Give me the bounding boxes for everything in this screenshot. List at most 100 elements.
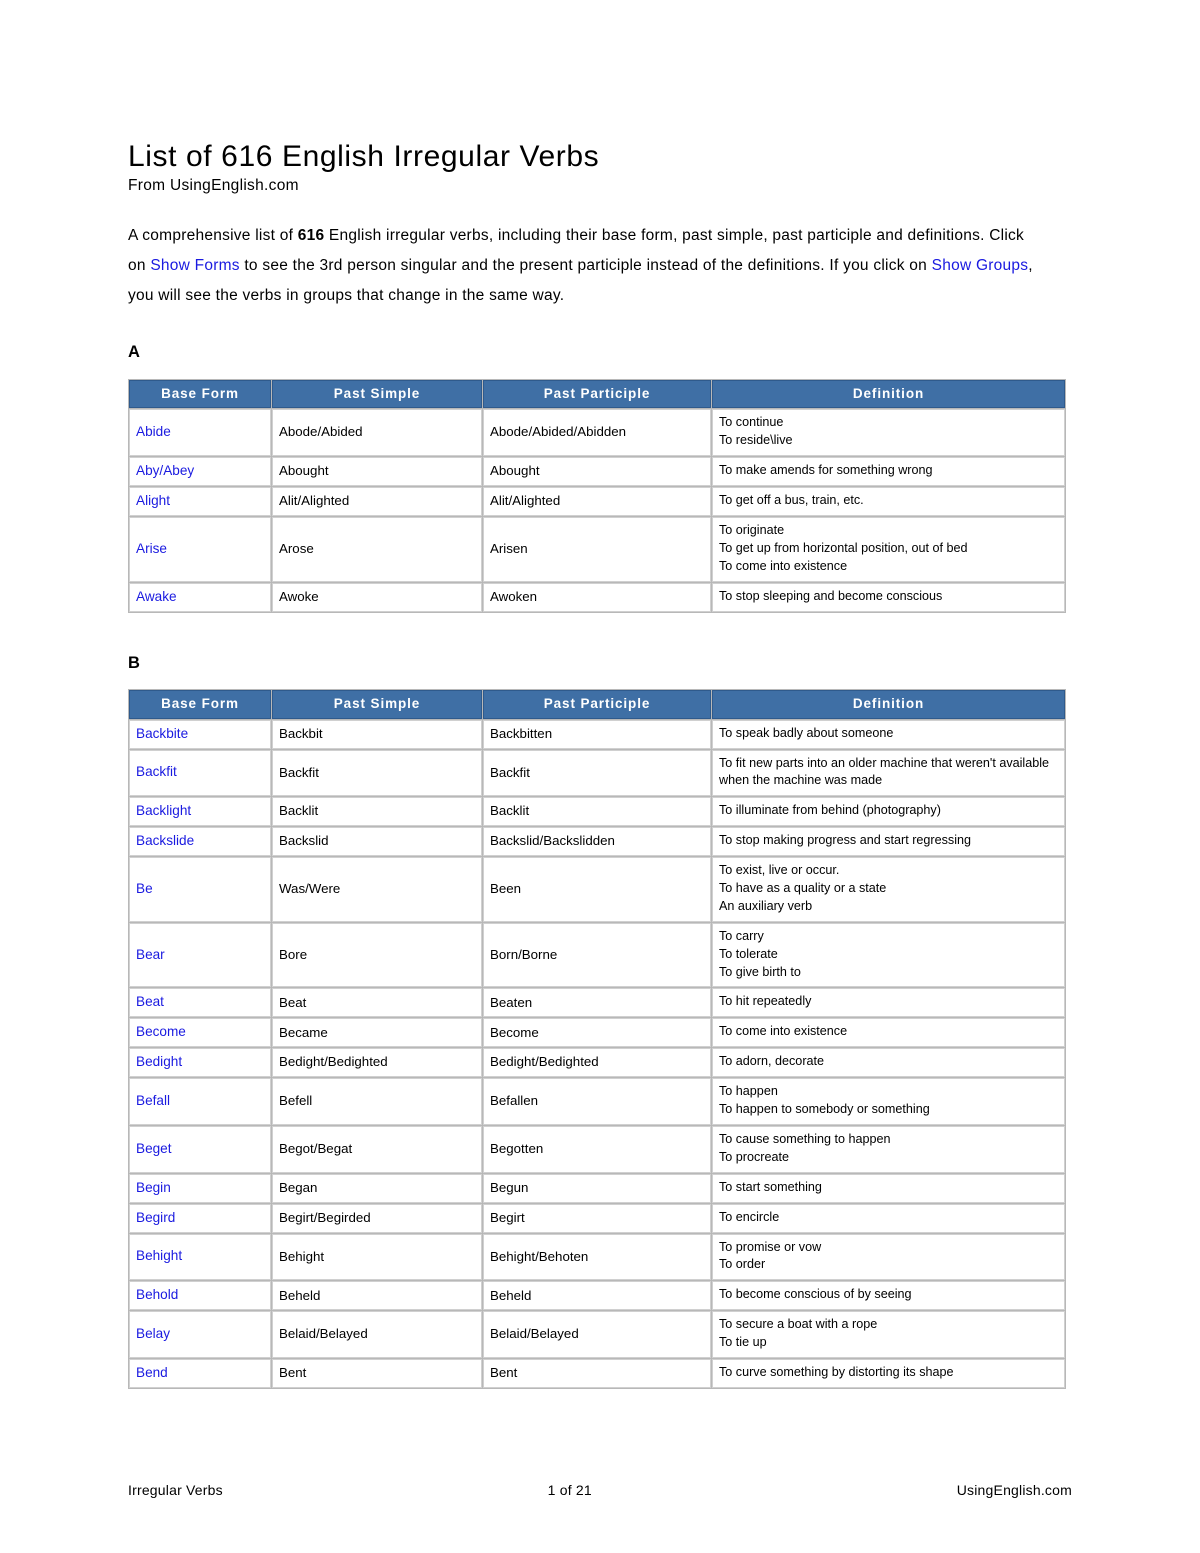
verb-base-form-link[interactable]: Alight: [129, 487, 271, 516]
document-page: List of 616 English Irregular Verbs From…: [0, 0, 1200, 1553]
verb-part-cell: Begotten: [483, 1125, 711, 1173]
verb-part-cell: Begirt: [483, 1203, 711, 1233]
verb-past-cell: Behight: [272, 1233, 482, 1281]
verb-part-cell: Been: [483, 857, 711, 922]
intro-paragraph: A comprehensive list of 616 English irre…: [128, 221, 1038, 310]
verb-part-cell: Beaten: [483, 988, 711, 1018]
page-subtitle: From UsingEnglish.com: [128, 176, 299, 194]
verb-base-form-link[interactable]: Begird: [129, 1203, 271, 1233]
column-header-base: Base Form: [129, 379, 271, 409]
table-row: Beat Beat Beaten To hit repeatedly: [129, 988, 1065, 1018]
table-row: Become Became Become To come into existence: [129, 1018, 1065, 1048]
table-header-row: Base Form Past Simple Past Participle Defin…: [129, 379, 1065, 409]
verb-base-form-link[interactable]: Awake: [129, 582, 271, 612]
footer-right: UsingEnglish.com: [956, 1482, 1072, 1498]
verb-base-form-link[interactable]: Aby/Abey: [129, 457, 271, 487]
verb-base-form-link[interactable]: Befall: [129, 1078, 271, 1125]
table-row: Befall Befell Befallen To happen To happen t…: [129, 1078, 1065, 1125]
table-row: Backbite Backbit Backbitten To speak badly …: [129, 719, 1065, 749]
intro-text-3: to see the 3rd person singular and the p…: [239, 256, 932, 274]
verb-past-cell: Awoke: [272, 582, 482, 612]
table-row: Aby/Abey Abought Abought To make amends for…: [129, 457, 1065, 487]
verb-past-cell: Beheld: [272, 1281, 482, 1311]
column-header-def: Definition: [712, 379, 1065, 409]
verb-past-cell: Bedight/Bedighted: [272, 1048, 482, 1078]
table-row: Bedight Bedight/Bedighted Bedight/Bedighte…: [129, 1048, 1065, 1078]
table-row: Belay Belaid/Belayed Belaid/Belayed To secu…: [129, 1311, 1065, 1358]
verb-def-cell: To adorn, decorate: [712, 1048, 1065, 1078]
verb-part-cell: Beheld: [483, 1281, 711, 1311]
verb-base-form-link[interactable]: Bear: [129, 922, 271, 988]
verb-part-cell: Behight/Behoten: [483, 1233, 711, 1281]
verb-def-cell: To continue To reside\live: [712, 409, 1065, 457]
verb-base-form-link[interactable]: Become: [129, 1018, 271, 1048]
verb-base-form-link[interactable]: Be: [129, 857, 271, 922]
verb-def-cell: To start something: [712, 1173, 1065, 1203]
verb-past-cell: Backfit: [272, 749, 482, 797]
verb-base-form-link[interactable]: Backslide: [129, 827, 271, 857]
verb-past-cell: Backlit: [272, 797, 482, 827]
section-heading-b: B: [128, 653, 140, 672]
verb-part-cell: Backslid/Backslidden: [483, 827, 711, 857]
verb-part-cell: Alit/Alighted: [483, 487, 711, 516]
verb-part-cell: Backbitten: [483, 719, 711, 749]
verb-part-cell: Bent: [483, 1359, 711, 1388]
verb-base-form-link[interactable]: Arise: [129, 516, 271, 582]
verb-part-cell: Begun: [483, 1173, 711, 1203]
table-row: Alight Alit/Alighted Alit/Alighted To get o…: [129, 487, 1065, 516]
show-groups-link[interactable]: Show Groups: [932, 257, 1029, 274]
verb-def-cell: To come into existence: [712, 1018, 1065, 1048]
verb-part-cell: Backlit: [483, 797, 711, 827]
verb-part-cell: Arisen: [483, 516, 711, 582]
verb-base-form-link[interactable]: Behold: [129, 1281, 271, 1311]
verb-base-form-link[interactable]: Abide: [129, 409, 271, 457]
verb-def-cell: To exist, live or occur. To have as a qua…: [712, 857, 1065, 922]
verb-def-cell: To carry To tolerate To give birth to: [712, 922, 1065, 988]
verb-part-cell: Backfit: [483, 749, 711, 797]
verb-base-form-link[interactable]: Beget: [129, 1125, 271, 1173]
table-row: Behold Beheld Beheld To become conscious of…: [129, 1281, 1065, 1311]
table-header-row: Base Form Past Simple Past Participle Defin…: [129, 690, 1065, 719]
show-forms-link[interactable]: Show Forms: [150, 257, 240, 274]
verb-def-cell: To stop making progress and start regres…: [712, 827, 1065, 857]
verb-past-cell: Was/Were: [272, 857, 482, 922]
column-header-past: Past Simple: [272, 690, 482, 719]
verb-def-cell: To originate To get up from horizontal po…: [712, 516, 1065, 582]
verb-past-cell: Begirt/Begirded: [272, 1203, 482, 1233]
verb-def-cell: To fit new parts into an older machine t…: [712, 749, 1065, 797]
verb-base-form-link[interactable]: Begin: [129, 1173, 271, 1203]
table-row: Arise Arose Arisen To originate To get up fr…: [129, 516, 1065, 582]
table-row: Begird Begirt/Begirded Begirt To encircle: [129, 1203, 1065, 1233]
verb-def-cell: To hit repeatedly: [712, 988, 1065, 1018]
verb-def-cell: To promise or vow To order: [712, 1233, 1065, 1281]
verb-base-form-link[interactable]: Backfit: [129, 749, 271, 797]
verb-def-cell: To illuminate from behind (photography): [712, 797, 1065, 827]
verb-def-cell: To get off a bus, train, etc.: [712, 487, 1065, 516]
verb-sections: A Base Form Past Simple Past Participle Defi…: [128, 344, 1072, 1389]
verb-def-cell: To curve something by distorting its sha…: [712, 1359, 1065, 1388]
table-row: Behight Behight Behight/Behoten To promise …: [129, 1233, 1065, 1281]
verb-base-form-link[interactable]: Backlight: [129, 797, 271, 827]
verb-base-form-link[interactable]: Bedight: [129, 1048, 271, 1078]
verb-part-cell: Befallen: [483, 1078, 711, 1125]
column-header-def: Definition: [712, 690, 1065, 719]
verb-part-cell: Abode/Abided/Abidden: [483, 409, 711, 457]
verb-part-cell: Bedight/Bedighted: [483, 1048, 711, 1078]
verb-def-cell: To cause something to happen To procreate: [712, 1125, 1065, 1173]
verb-table-a: Base Form Past Simple Past Participle Defin…: [128, 378, 1066, 613]
verb-base-form-link[interactable]: Bend: [129, 1359, 271, 1388]
verb-def-cell: To stop sleeping and become conscious: [712, 582, 1065, 612]
verb-past-cell: Befell: [272, 1078, 482, 1125]
verb-past-cell: Bore: [272, 922, 482, 988]
table-row: Bend Bent Bent To curve something by distor…: [129, 1359, 1065, 1388]
verb-base-form-link[interactable]: Behight: [129, 1233, 271, 1281]
footer-page-number: 1 of 21: [547, 1482, 592, 1498]
verb-base-form-link[interactable]: Belay: [129, 1311, 271, 1358]
verb-past-cell: Backbit: [272, 719, 482, 749]
verb-base-form-link[interactable]: Backbite: [129, 719, 271, 749]
table-row: Backfit Backfit Backfit To fit new parts in…: [129, 749, 1065, 797]
verb-base-form-link[interactable]: Beat: [129, 988, 271, 1018]
verb-past-cell: Begot/Begat: [272, 1125, 482, 1173]
verb-past-cell: Became: [272, 1018, 482, 1048]
verb-def-cell: To make amends for something wrong: [712, 457, 1065, 487]
